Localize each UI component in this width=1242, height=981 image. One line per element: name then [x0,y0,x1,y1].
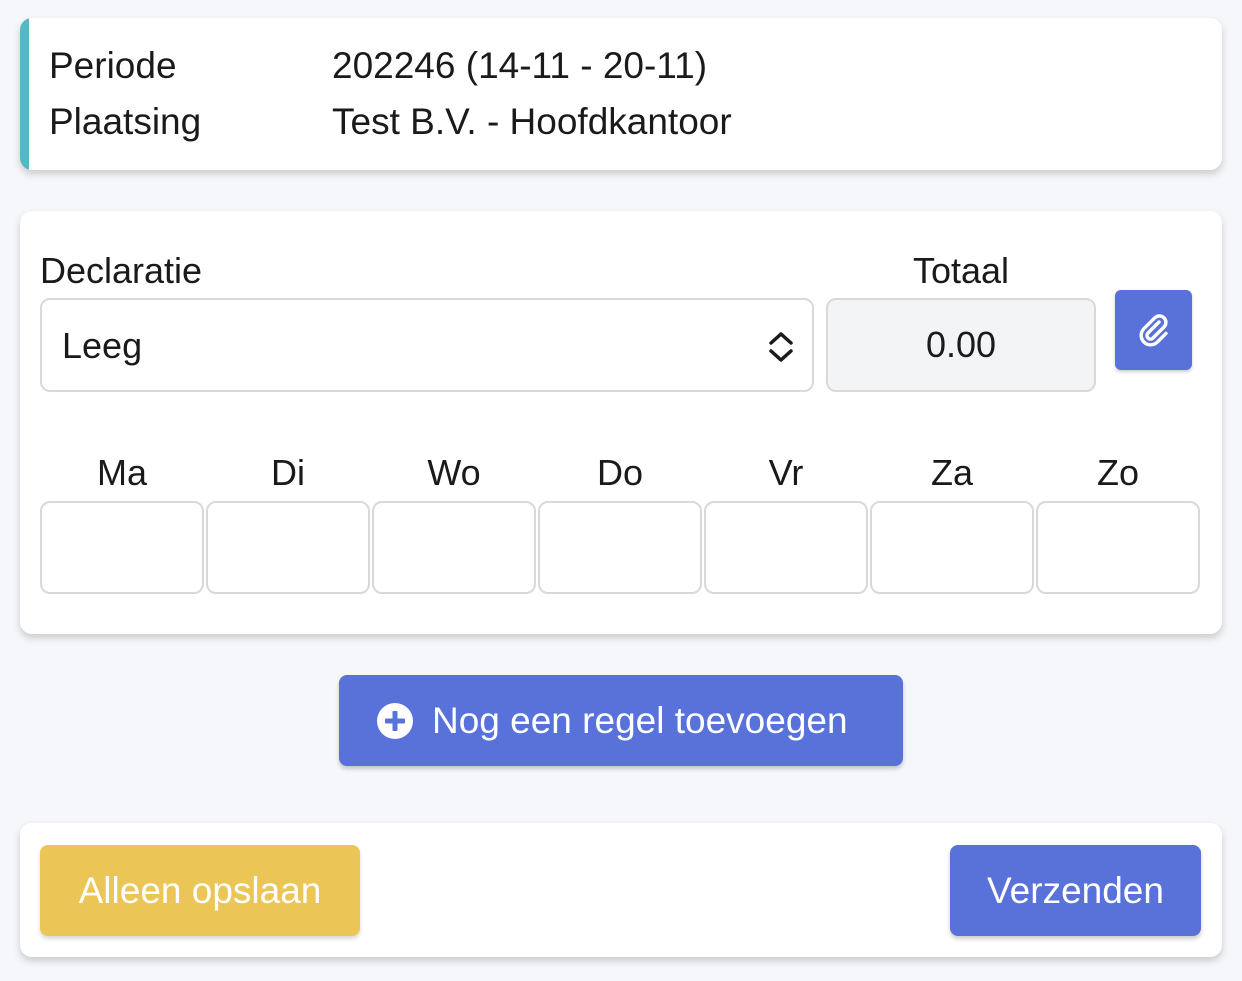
total-field: 0.00 [826,298,1096,392]
day-input-vr[interactable] [704,501,868,594]
paperclip-icon [1139,314,1168,347]
day-input-za[interactable] [870,501,1034,594]
declaration-select[interactable]: Leeg [40,298,814,392]
attach-button[interactable] [1115,290,1192,370]
add-row-label: Nog een regel toevoegen [432,700,848,741]
day-label-vr: Vr [768,452,804,493]
footer-card: Alleen opslaan Verzenden [20,823,1222,957]
day-label-zo: Zo [1096,452,1139,493]
day-input-di[interactable] [206,501,370,594]
periode-label: Periode [49,45,177,86]
day-label-ma: Ma [96,452,147,493]
plus-circle-icon [377,703,413,739]
day-input-ma[interactable] [40,501,204,594]
select-chevron-icon [769,332,793,362]
declaration-label: Declaratie [40,250,203,291]
info-card-accent [20,18,29,170]
declaration-select-value: Leeg [62,325,143,366]
info-card: Periode 202246 (14-11 - 20-11) Plaatsing… [20,18,1222,170]
day-label-di: Di [271,452,305,493]
save-only-button[interactable]: Alleen opslaan [40,845,360,936]
plaatsing-value: Test B.V. - Hoofdkantoor [332,101,732,142]
day-label-wo: Wo [427,452,481,493]
day-input-zo[interactable] [1036,501,1200,594]
total-label: Totaal [912,250,1010,291]
plaatsing-label: Plaatsing [49,101,202,142]
add-row-button[interactable]: Nog een regel toevoegen [339,675,903,766]
day-input-do[interactable] [538,501,702,594]
send-button[interactable]: Verzenden [950,845,1201,936]
day-label-za: Za [930,452,973,493]
periode-value: 202246 (14-11 - 20-11) [332,45,708,86]
day-label-do: Do [596,452,644,493]
day-input-wo[interactable] [372,501,536,594]
declaration-card: Declaratie Totaal Leeg 0.00 Ma Di Wo Do … [20,211,1222,634]
